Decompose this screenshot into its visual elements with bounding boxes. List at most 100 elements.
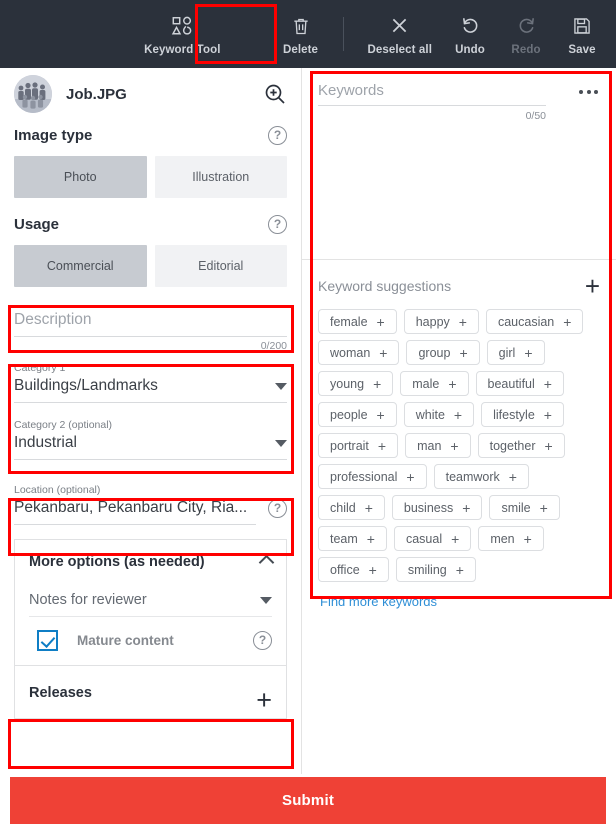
keywords-placeholder: Keywords: [318, 82, 384, 99]
keyword-chip[interactable]: men +: [478, 526, 544, 551]
releases-title: Releases: [29, 685, 92, 701]
plus-icon[interactable]: +: [544, 408, 552, 422]
plus-icon[interactable]: +: [540, 501, 548, 515]
plus-icon[interactable]: +: [524, 346, 532, 360]
plus-icon[interactable]: +: [544, 439, 552, 453]
keywords-input-area[interactable]: Keywords 0/50: [302, 68, 616, 260]
keyword-chip[interactable]: teamwork +: [433, 464, 529, 489]
usage-editorial-button[interactable]: Editorial: [154, 245, 287, 287]
plus-icon[interactable]: +: [459, 315, 467, 329]
keyword-chip[interactable]: together +: [477, 433, 565, 458]
submit-button[interactable]: Submit: [10, 777, 606, 824]
keyword-chip[interactable]: child +: [318, 495, 385, 520]
redo-label: Redo: [511, 43, 541, 56]
plus-icon[interactable]: +: [451, 532, 459, 546]
keyword-tool-button[interactable]: Keyword Tool: [134, 4, 230, 64]
keyword-chip[interactable]: smiling +: [395, 557, 476, 582]
chevron-up-icon[interactable]: [258, 554, 275, 570]
usage-toggle-group: Commercial Editorial: [14, 245, 287, 287]
keyword-chip[interactable]: happy +: [403, 309, 479, 334]
keyword-chip[interactable]: female +: [318, 309, 397, 334]
mature-content-checkbox[interactable]: [37, 630, 58, 651]
keyword-chip[interactable]: business +: [391, 495, 483, 520]
keyword-chip[interactable]: woman +: [318, 340, 400, 365]
redo-button[interactable]: Redo: [498, 4, 554, 64]
plus-icon[interactable]: +: [406, 470, 414, 484]
keyword-chip[interactable]: smile +: [489, 495, 560, 520]
usage-help-icon[interactable]: ?: [268, 215, 287, 234]
category1-value: Buildings/Landmarks: [14, 377, 158, 394]
more-horizontal-icon[interactable]: [579, 90, 598, 94]
deselect-all-button[interactable]: Deselect all: [358, 4, 443, 64]
keyword-chip-label: woman: [330, 345, 371, 360]
keyword-chip-label: female: [330, 314, 368, 329]
keyword-chip-label: professional: [330, 469, 398, 484]
plus-icon[interactable]: +: [509, 470, 517, 484]
keyword-chip-label: teamwork: [445, 469, 500, 484]
plus-icon[interactable]: +: [454, 408, 462, 422]
plus-icon[interactable]: +: [365, 501, 373, 515]
find-more-keywords-link[interactable]: Find more keywords: [302, 582, 616, 609]
category1-chevron-down-icon[interactable]: [275, 383, 287, 390]
plus-icon[interactable]: +: [377, 408, 385, 422]
plus-icon[interactable]: +: [450, 439, 458, 453]
keyword-chip-label: group: [418, 345, 451, 360]
keyword-chip[interactable]: beautiful +: [475, 371, 564, 396]
plus-icon[interactable]: +: [448, 377, 456, 391]
plus-icon[interactable]: +: [459, 346, 467, 360]
save-button[interactable]: Save: [554, 4, 610, 64]
keyword-chip[interactable]: team +: [318, 526, 387, 551]
image-type-photo-button[interactable]: Photo: [14, 156, 147, 198]
category1-field[interactable]: Category 1 Buildings/Landmarks: [14, 362, 287, 403]
undo-button[interactable]: Undo: [442, 4, 498, 64]
plus-icon[interactable]: +: [544, 377, 552, 391]
description-field[interactable]: Description 0/200: [14, 309, 287, 352]
keyword-chip[interactable]: young +: [318, 371, 394, 396]
releases-card: Releases +: [14, 666, 287, 719]
plus-icon[interactable]: +: [379, 346, 387, 360]
keyword-chip-label: lifestyle: [493, 407, 535, 422]
keyword-chip[interactable]: group +: [406, 340, 480, 365]
category2-field[interactable]: Category 2 (optional) Industrial: [14, 419, 287, 460]
plus-icon[interactable]: +: [373, 377, 381, 391]
delete-button[interactable]: Delete: [273, 4, 329, 64]
plus-icon[interactable]: +: [377, 315, 385, 329]
more-options-header[interactable]: More options (as needed): [15, 540, 286, 582]
magnifier-plus-icon[interactable]: [263, 82, 287, 106]
notes-chevron-down-icon[interactable]: [260, 596, 272, 604]
keyword-chip-label: casual: [405, 531, 443, 546]
keyword-chip[interactable]: casual +: [393, 526, 472, 551]
keyword-chip[interactable]: man +: [405, 433, 471, 458]
keyword-tool-label: Keyword Tool: [144, 43, 221, 56]
image-type-help-icon[interactable]: ?: [268, 126, 287, 145]
usage-commercial-button[interactable]: Commercial: [14, 245, 147, 287]
plus-icon[interactable]: +: [378, 439, 386, 453]
notes-for-reviewer-row[interactable]: Notes for reviewer: [15, 582, 286, 616]
keyword-chip[interactable]: girl +: [486, 340, 545, 365]
add-all-suggestions-plus-icon[interactable]: +: [585, 273, 600, 299]
plus-icon[interactable]: +: [462, 501, 470, 515]
mature-content-help-icon[interactable]: ?: [253, 631, 272, 650]
location-field[interactable]: Location (optional) Pekanbaru, Pekanbaru…: [14, 484, 287, 525]
category2-chevron-down-icon[interactable]: [275, 440, 287, 447]
undo-arrow-icon: [460, 13, 481, 39]
location-help-icon[interactable]: ?: [268, 499, 287, 518]
plus-icon[interactable]: +: [369, 563, 377, 577]
keyword-chip[interactable]: office +: [318, 557, 389, 582]
keyword-chip[interactable]: people +: [318, 402, 397, 427]
releases-add-plus-icon[interactable]: +: [256, 687, 272, 714]
image-type-illustration-button[interactable]: Illustration: [154, 156, 287, 198]
plus-icon[interactable]: +: [563, 315, 571, 329]
keyword-chip[interactable]: professional +: [318, 464, 427, 489]
keyword-chip[interactable]: male +: [400, 371, 469, 396]
plus-icon[interactable]: +: [367, 532, 375, 546]
keyword-chip[interactable]: caucasian +: [485, 309, 584, 334]
keyword-chip[interactable]: lifestyle +: [481, 402, 564, 427]
keyword-chip-label: portrait: [330, 438, 369, 453]
keyword-chip[interactable]: portrait +: [318, 433, 399, 458]
keyword-chip[interactable]: white +: [403, 402, 475, 427]
usage-section-header: Usage ?: [14, 215, 287, 234]
plus-icon[interactable]: +: [524, 532, 532, 546]
plus-icon[interactable]: +: [456, 563, 464, 577]
top-toolbar: Keyword Tool Delete Deselect all Undo Re…: [0, 0, 616, 68]
